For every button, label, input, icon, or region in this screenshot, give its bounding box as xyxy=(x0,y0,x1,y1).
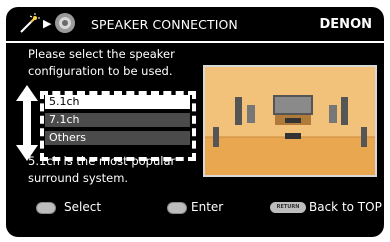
header-bar: ▶ SPEAKER CONNECTION DENON xyxy=(6,7,384,43)
setup-wand-icon xyxy=(20,13,40,33)
instruction-text: Please select the speaker configuration … xyxy=(28,47,175,78)
return-button-icon: RETURN xyxy=(270,202,306,213)
footer-enter-label: Enter xyxy=(191,200,224,214)
description-text: 5.1ch is the most popular surround syste… xyxy=(28,154,176,185)
brand-logo: DENON xyxy=(319,17,372,32)
page-title: SPEAKER CONNECTION xyxy=(91,17,238,32)
enter-button-icon xyxy=(167,202,187,214)
option-others[interactable]: Others xyxy=(45,131,190,145)
select-button-icon xyxy=(36,202,56,214)
footer-back-label: Back to TOP xyxy=(309,200,382,214)
option-5-1ch[interactable]: 5.1ch xyxy=(45,95,190,109)
breadcrumb-arrow-icon: ▶ xyxy=(43,17,52,30)
up-down-arrows-icon xyxy=(16,85,38,161)
speaker-icon xyxy=(55,13,75,33)
option-7-1ch[interactable]: 7.1ch xyxy=(45,113,190,127)
screen-frame: ▶ SPEAKER CONNECTION DENON Please select… xyxy=(6,7,384,237)
footer-select-label: Select xyxy=(64,200,102,214)
room-illustration xyxy=(203,65,377,177)
speaker-layout-illustration xyxy=(205,67,375,175)
